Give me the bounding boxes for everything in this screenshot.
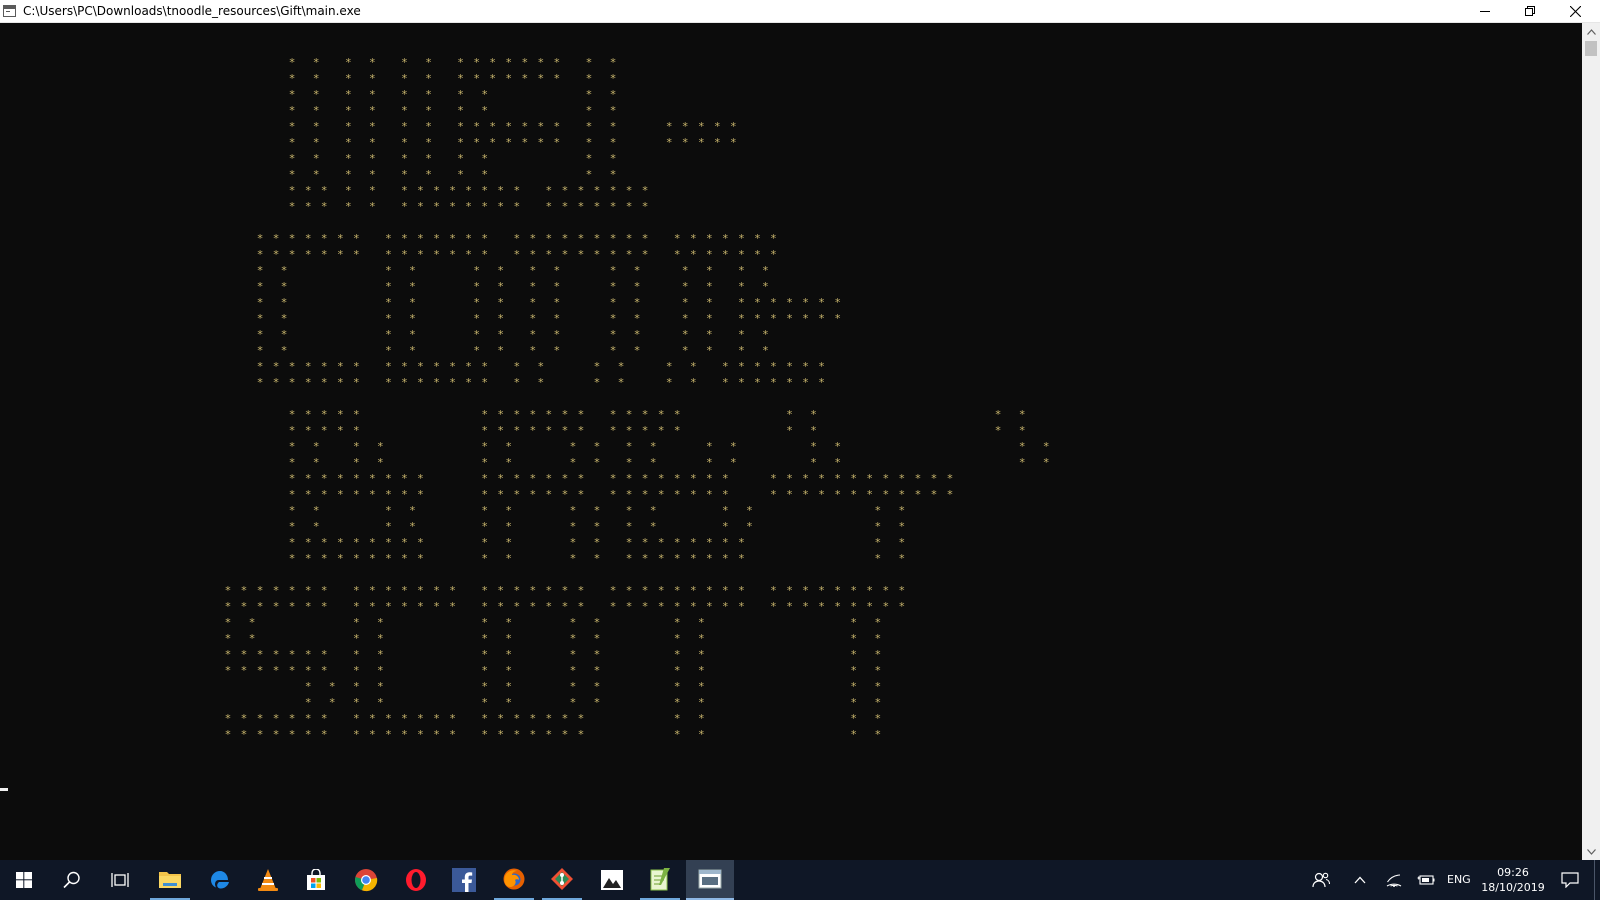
battery-button[interactable] bbox=[1412, 860, 1440, 900]
scrollbar-thumb[interactable] bbox=[1585, 41, 1597, 56]
taskbar-app-file-explorer[interactable] bbox=[150, 860, 190, 900]
windows-logo-icon bbox=[16, 872, 32, 888]
chevron-down-icon bbox=[1586, 848, 1596, 855]
clock-date: 18/10/2019 bbox=[1481, 881, 1545, 894]
taskbar-app-chrome[interactable] bbox=[346, 860, 386, 900]
console-window-icon bbox=[698, 869, 722, 889]
show-hidden-icons-button[interactable] bbox=[1346, 860, 1374, 900]
taskbar: ENG 09:26 18/10/2019 bbox=[0, 860, 1600, 900]
chevron-up-icon bbox=[1354, 876, 1366, 884]
taskbar-clock[interactable]: 09:26 18/10/2019 bbox=[1478, 865, 1548, 895]
window-title-bar[interactable]: C:\Users\PC\Downloads\tnoodle_resources\… bbox=[0, 0, 1600, 23]
store-bag-icon bbox=[307, 869, 325, 890]
taskbar-app-console[interactable] bbox=[686, 860, 734, 900]
taskbar-app-opera[interactable] bbox=[396, 860, 436, 900]
facebook-icon bbox=[452, 868, 476, 892]
input-language[interactable]: ENG bbox=[1447, 873, 1471, 886]
folder-icon bbox=[159, 872, 181, 888]
taskbar-app-git[interactable] bbox=[542, 860, 582, 900]
taskbar-app-edge[interactable] bbox=[200, 860, 240, 900]
close-icon bbox=[1570, 5, 1581, 17]
notepad-plus-icon bbox=[650, 868, 670, 891]
console-app-icon[interactable] bbox=[3, 5, 16, 17]
start-button[interactable] bbox=[0, 860, 48, 900]
search-button[interactable] bbox=[48, 860, 96, 900]
notification-icon bbox=[1561, 872, 1579, 888]
restore-icon bbox=[1524, 6, 1535, 16]
task-view-button[interactable] bbox=[96, 860, 144, 900]
photos-icon bbox=[601, 870, 623, 890]
firefox-icon bbox=[503, 868, 525, 890]
show-desktop-button[interactable] bbox=[1594, 860, 1600, 900]
scroll-down-button[interactable] bbox=[1582, 843, 1600, 860]
ascii-art-banner: * * * * * * * * * * * * * * * * * * * * … bbox=[224, 56, 1051, 741]
vertical-scrollbar[interactable] bbox=[1582, 23, 1600, 860]
taskbar-app-photos[interactable] bbox=[592, 860, 632, 900]
action-center-button[interactable] bbox=[1552, 860, 1588, 900]
wifi-icon bbox=[1386, 874, 1402, 887]
vlc-cone-icon bbox=[258, 869, 278, 891]
clock-time: 09:26 bbox=[1497, 866, 1529, 879]
restore-button[interactable] bbox=[1507, 0, 1552, 22]
battery-icon bbox=[1417, 875, 1435, 885]
close-button[interactable] bbox=[1553, 0, 1598, 22]
git-icon bbox=[551, 868, 573, 890]
minimize-icon bbox=[1479, 11, 1490, 12]
chevron-up-icon bbox=[1586, 28, 1596, 35]
minimize-button[interactable] bbox=[1462, 0, 1507, 22]
taskbar-app-firefox[interactable] bbox=[494, 860, 534, 900]
opera-icon bbox=[406, 869, 426, 891]
console-output[interactable]: * * * * * * * * * * * * * * * * * * * * … bbox=[0, 23, 1582, 860]
edge-icon bbox=[211, 871, 229, 889]
network-button[interactable] bbox=[1380, 860, 1408, 900]
chrome-icon bbox=[355, 869, 378, 892]
scroll-up-button[interactable] bbox=[1582, 23, 1600, 40]
text-cursor bbox=[0, 788, 8, 791]
taskbar-app-notepad-plus[interactable] bbox=[640, 860, 680, 900]
task-view-icon bbox=[111, 873, 129, 887]
taskbar-app-facebook[interactable] bbox=[444, 860, 484, 900]
people-icon bbox=[1312, 872, 1330, 888]
people-button[interactable] bbox=[1306, 860, 1336, 900]
search-icon bbox=[63, 871, 80, 889]
taskbar-app-vlc[interactable] bbox=[248, 860, 288, 900]
window-title: C:\Users\PC\Downloads\tnoodle_resources\… bbox=[23, 4, 361, 18]
taskbar-app-store[interactable] bbox=[296, 860, 336, 900]
